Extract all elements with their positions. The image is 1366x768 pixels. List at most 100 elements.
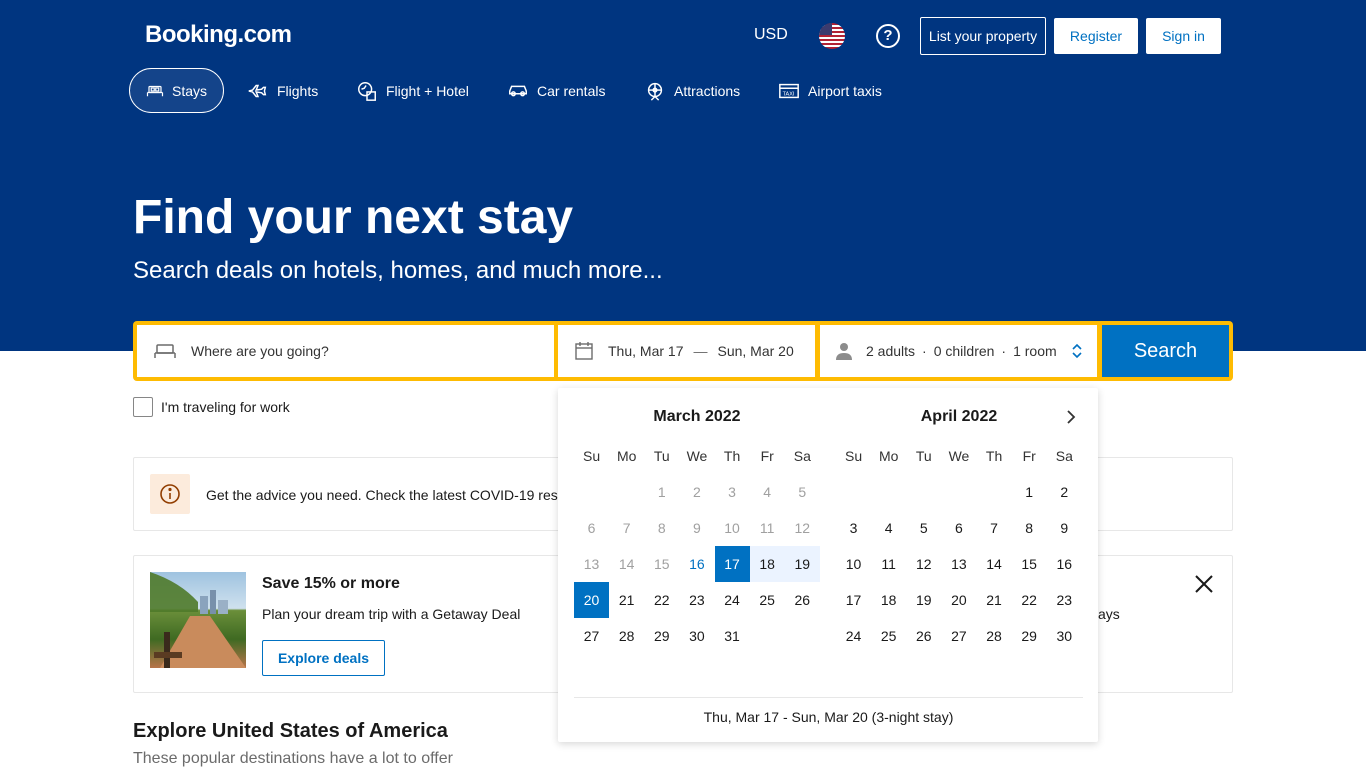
day-cell[interactable]: 6 xyxy=(574,510,609,546)
day-cell[interactable]: 30 xyxy=(679,618,714,654)
day-cell[interactable]: 2 xyxy=(679,474,714,510)
empty-cell xyxy=(609,474,644,510)
checkin-date: Thu, Mar 17 xyxy=(608,343,684,359)
day-cell[interactable]: 22 xyxy=(1012,582,1047,618)
day-cell[interactable]: 10 xyxy=(715,510,750,546)
chevron-right-icon[interactable] xyxy=(1061,408,1079,426)
day-cell[interactable]: 8 xyxy=(1012,510,1047,546)
day-cell[interactable]: 1 xyxy=(644,474,679,510)
day-cell[interactable]: 7 xyxy=(609,510,644,546)
bed-icon xyxy=(154,344,176,358)
day-cell[interactable]: 7 xyxy=(977,510,1012,546)
day-cell[interactable]: 17 xyxy=(836,582,871,618)
month-title: March 2022 xyxy=(653,408,741,425)
nav-attractions[interactable]: Attractions xyxy=(628,68,756,113)
weekday: Th xyxy=(723,448,741,464)
day-cell[interactable]: 11 xyxy=(871,546,906,582)
day-cell[interactable]: 11 xyxy=(750,510,785,546)
day-cell[interactable]: 21 xyxy=(609,582,644,618)
nav-flights[interactable]: Flights xyxy=(231,68,334,113)
sign-in-button[interactable]: Sign in xyxy=(1146,18,1221,54)
day-cell[interactable]: 6 xyxy=(941,510,976,546)
day-cell[interactable]: 29 xyxy=(644,618,679,654)
date-field[interactable]: Thu, Mar 17 — Sun, Mar 20 xyxy=(558,325,815,377)
day-cell[interactable]: 25 xyxy=(871,618,906,654)
nav-car-rentals[interactable]: Car rentals xyxy=(491,68,621,113)
day-cell[interactable]: 20 xyxy=(941,582,976,618)
help-icon[interactable]: ? xyxy=(876,24,900,48)
nav-stays[interactable]: Stays xyxy=(129,68,224,113)
guests-field[interactable]: 2 adults · 0 children · 1 room xyxy=(820,325,1097,377)
day-cell[interactable]: 5 xyxy=(906,510,941,546)
week-row: 12 xyxy=(836,474,1082,510)
work-travel-label[interactable]: I'm traveling for work xyxy=(161,399,290,415)
destination-field[interactable]: Where are you going? xyxy=(137,325,554,377)
hero-subtitle: Search deals on hotels, homes, and much … xyxy=(133,257,663,284)
explore-deals-button[interactable]: Explore deals xyxy=(262,640,385,676)
day-cell[interactable]: 26 xyxy=(906,618,941,654)
day-cell[interactable]: 9 xyxy=(679,510,714,546)
person-icon xyxy=(836,343,852,360)
day-cell[interactable]: 10 xyxy=(836,546,871,582)
day-cell[interactable]: 28 xyxy=(609,618,644,654)
day-cell[interactable]: 4 xyxy=(750,474,785,510)
day-cell[interactable]: 9 xyxy=(1047,510,1082,546)
week-row: 17 18 19 20 21 22 23 xyxy=(836,582,1082,618)
day-cell[interactable]: 24 xyxy=(836,618,871,654)
day-cell[interactable]: 14 xyxy=(609,546,644,582)
list-property-button[interactable]: List your property xyxy=(920,17,1046,55)
promo-title: Save 15% or more xyxy=(262,575,400,592)
day-cell[interactable]: 2 xyxy=(1047,474,1082,510)
day-cell[interactable]: 14 xyxy=(977,546,1012,582)
day-cell[interactable]: 13 xyxy=(941,546,976,582)
info-icon xyxy=(150,474,190,514)
day-cell[interactable]: 16 xyxy=(679,546,714,582)
day-cell[interactable]: 19 xyxy=(906,582,941,618)
day-cell[interactable]: 30 xyxy=(1047,618,1082,654)
day-cell[interactable]: 22 xyxy=(644,582,679,618)
work-travel-checkbox[interactable] xyxy=(133,397,153,417)
currency-selector[interactable]: USD xyxy=(754,26,788,44)
day-cell[interactable]: 29 xyxy=(1012,618,1047,654)
nav-airport-taxis[interactable]: TAXI Airport taxis xyxy=(762,68,898,113)
day-cell[interactable]: 23 xyxy=(1047,582,1082,618)
explore-subtitle: These popular destinations have a lot to… xyxy=(133,750,453,767)
day-cell[interactable]: 17 xyxy=(714,546,750,582)
day-cell[interactable]: 31 xyxy=(715,618,750,654)
day-cell[interactable]: 27 xyxy=(941,618,976,654)
booking-logo[interactable]: Booking.com xyxy=(145,21,292,49)
day-cell[interactable]: 19 xyxy=(784,546,820,582)
register-button[interactable]: Register xyxy=(1054,18,1138,54)
day-cell[interactable]: 13 xyxy=(574,546,609,582)
day-cell[interactable]: 15 xyxy=(1012,546,1047,582)
day-cell[interactable]: 12 xyxy=(785,510,820,546)
promo-trailing-text: ays xyxy=(1098,606,1120,622)
day-cell[interactable]: 4 xyxy=(871,510,906,546)
weekday: Tu xyxy=(653,448,670,464)
day-cell[interactable]: 27 xyxy=(574,618,609,654)
day-cell[interactable]: 18 xyxy=(749,546,785,582)
day-cell[interactable]: 28 xyxy=(977,618,1012,654)
day-cell[interactable]: 15 xyxy=(644,546,679,582)
day-cell[interactable]: 24 xyxy=(715,582,750,618)
day-cell[interactable]: 3 xyxy=(715,474,750,510)
day-cell[interactable]: 25 xyxy=(750,582,785,618)
day-cell[interactable]: 20 xyxy=(574,582,610,618)
search-button[interactable]: Search xyxy=(1102,325,1229,377)
day-cell[interactable]: 8 xyxy=(644,510,679,546)
empty-cell xyxy=(836,474,871,510)
us-flag-icon[interactable] xyxy=(819,23,845,49)
day-cell[interactable]: 26 xyxy=(785,582,820,618)
day-cell[interactable]: 12 xyxy=(906,546,941,582)
nav-label: Stays xyxy=(171,82,207,99)
close-icon[interactable] xyxy=(1193,573,1215,595)
nav-flight-hotel[interactable]: Flight + Hotel xyxy=(340,68,485,113)
day-cell[interactable]: 21 xyxy=(977,582,1012,618)
day-cell[interactable]: 1 xyxy=(1012,474,1047,510)
day-cell[interactable]: 5 xyxy=(785,474,820,510)
day-cell[interactable]: 23 xyxy=(679,582,714,618)
day-cell[interactable]: 3 xyxy=(836,510,871,546)
day-cell[interactable]: 16 xyxy=(1047,546,1082,582)
empty-cell xyxy=(574,474,609,510)
day-cell[interactable]: 18 xyxy=(871,582,906,618)
